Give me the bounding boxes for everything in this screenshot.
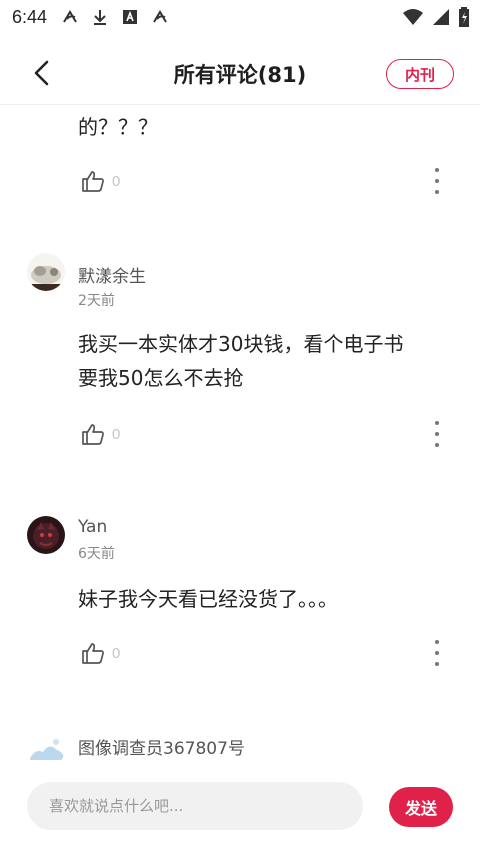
journal-badge-button[interactable]: 内刊 xyxy=(386,59,454,89)
thumbs-up-icon xyxy=(82,424,104,445)
page-header: 所有评论(81) 内刊 xyxy=(0,44,480,104)
like-count: 0 xyxy=(112,425,121,443)
comment-actions: 0 xyxy=(80,419,460,449)
comment-text: 妹子我今天看已经没货了。。。 xyxy=(78,583,338,615)
autopilot-icon xyxy=(151,8,169,26)
comment-date: 2天前 xyxy=(78,293,115,309)
comment-text: 的？？？ xyxy=(78,115,158,139)
comment-text-line: 要我50怎么不去抢 xyxy=(78,366,244,390)
comment-text: 我买一本实体才30块钱，看个电子书 要我50怎么不去抢 xyxy=(78,328,403,394)
like-button[interactable]: 0 xyxy=(80,421,120,447)
chevron-left-icon xyxy=(34,60,49,86)
comment-username[interactable]: 默漾余生 xyxy=(78,262,146,287)
like-button[interactable]: 0 xyxy=(80,168,120,194)
battery-icon xyxy=(458,7,470,32)
like-count: 0 xyxy=(112,172,121,190)
page-title: 所有评论(81) xyxy=(173,63,307,87)
comment-list[interactable]: 的？？？ 0 默漾余生 2天前 我买一本实体才30块钱，看个电子书 要我50怎么… xyxy=(0,105,480,760)
comment-actions: 0 xyxy=(80,638,460,668)
comment-text-line: 妹子我今天看已经没货了。。。 xyxy=(78,587,338,611)
comment-date: 6天前 xyxy=(78,546,115,562)
like-count: 0 xyxy=(112,644,121,662)
avatar[interactable] xyxy=(27,730,65,760)
comment-text-line: 我买一本实体才30块钱，看个电子书 xyxy=(78,332,404,356)
more-options-icon[interactable] xyxy=(434,168,440,194)
comment-username[interactable]: 图像调查员367807号 xyxy=(78,734,245,759)
comment-input[interactable] xyxy=(27,782,363,830)
autopilot-icon xyxy=(61,8,79,26)
comment-username[interactable]: Yan xyxy=(78,517,107,537)
status-time: 6:44 xyxy=(12,6,48,27)
download-icon xyxy=(91,8,109,26)
status-bar: 6:44 xyxy=(0,0,480,34)
thumbs-up-icon xyxy=(82,643,104,664)
avatar[interactable] xyxy=(27,253,65,291)
signal-icon xyxy=(432,8,450,31)
like-button[interactable]: 0 xyxy=(80,640,120,666)
avatar[interactable] xyxy=(27,516,65,554)
send-button[interactable]: 发送 xyxy=(389,787,453,827)
font-app-icon xyxy=(121,8,139,26)
comment-input-bar: 发送 xyxy=(0,770,480,853)
comment-actions: 0 xyxy=(80,166,460,196)
more-options-icon[interactable] xyxy=(434,640,440,666)
wifi-icon xyxy=(402,8,424,31)
more-options-icon[interactable] xyxy=(434,421,440,447)
thumbs-up-icon xyxy=(82,171,104,192)
back-button[interactable] xyxy=(26,58,56,88)
